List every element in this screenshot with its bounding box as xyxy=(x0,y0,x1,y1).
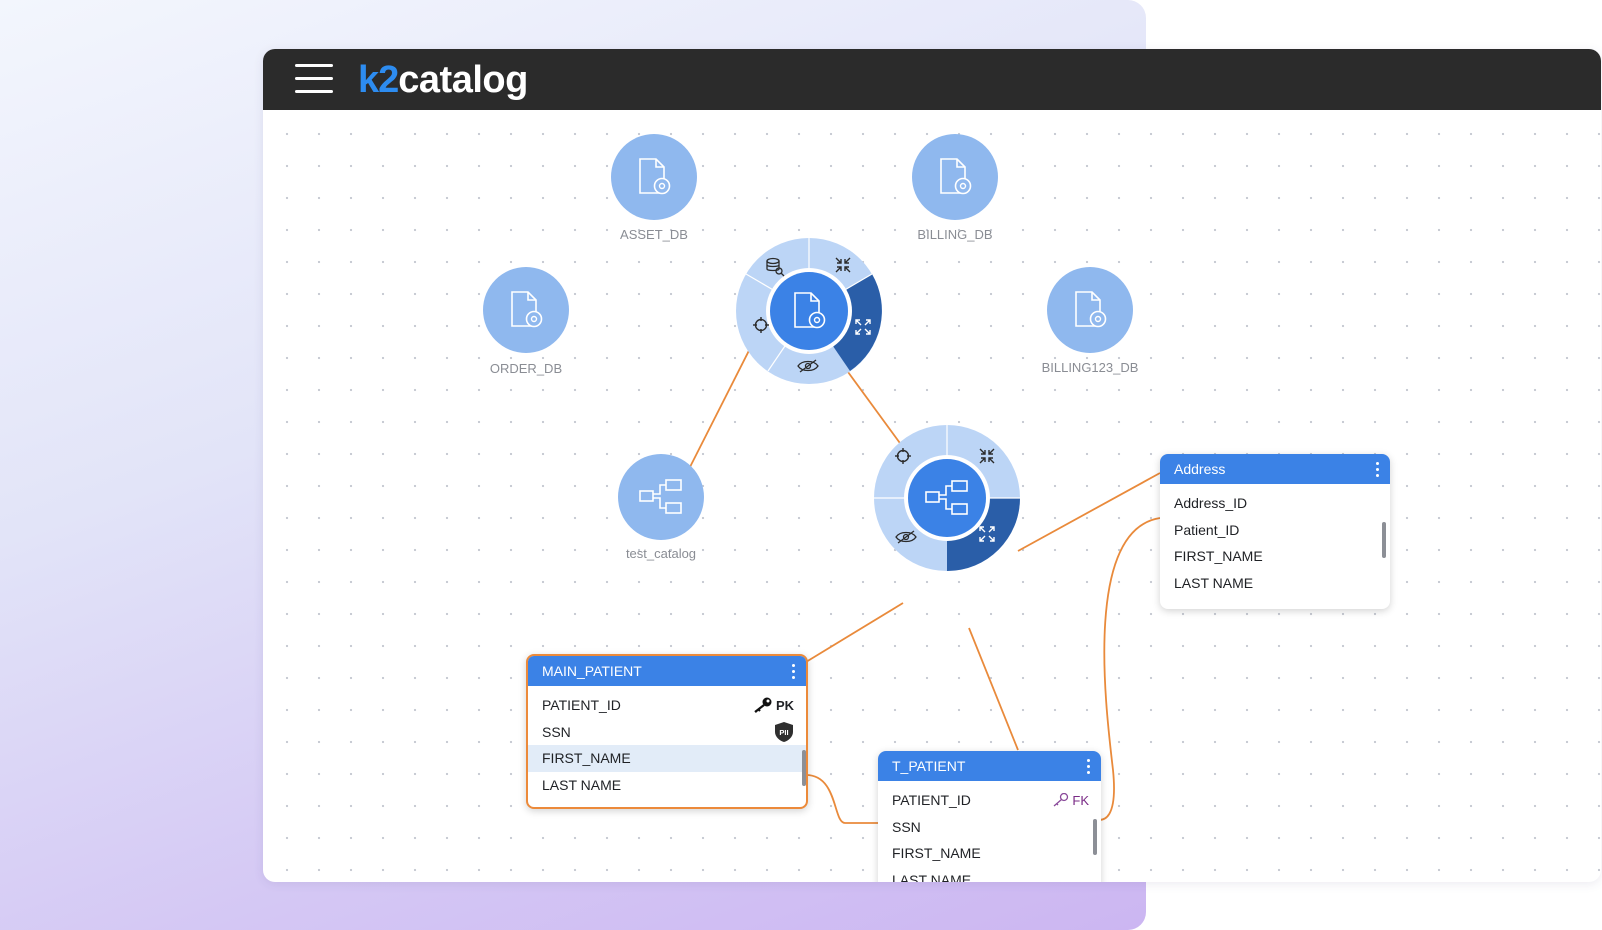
node-test-catalog[interactable] xyxy=(618,454,704,540)
scrollbar[interactable] xyxy=(802,750,806,786)
table-title: MAIN_PATIENT xyxy=(542,663,642,679)
file-gear-icon xyxy=(1075,291,1107,328)
edge-address-t-patient xyxy=(1098,517,1161,821)
node-billing123-db[interactable] xyxy=(1047,267,1133,353)
key-icon xyxy=(754,697,772,714)
file-gear-icon xyxy=(511,291,543,328)
more-options-icon[interactable] xyxy=(788,662,798,680)
table-address[interactable]: Address Address_ID Patient_ID FIRST_NAME… xyxy=(1160,454,1390,609)
foreign-key-icon xyxy=(1053,793,1069,807)
table-header: MAIN_PATIENT xyxy=(528,656,806,686)
graph-canvas[interactable]: ASSET_DB BILLING_DB ORDER_DB BILLING123_… xyxy=(263,110,1601,882)
file-gear-icon xyxy=(639,158,671,195)
table-row[interactable]: FIRST_NAME xyxy=(878,840,1101,867)
table-row[interactable]: Patient_ID xyxy=(1160,517,1390,544)
svg-text:PII: PII xyxy=(779,728,788,737)
radial-menu-db[interactable] xyxy=(735,237,883,385)
app-logo: k2 catalog xyxy=(358,58,528,101)
table-header: T_PATIENT xyxy=(878,751,1101,781)
pii-shield-icon: PII xyxy=(775,721,793,742)
table-row[interactable]: FIRST_NAME xyxy=(528,745,806,772)
edge-schema-address xyxy=(1017,472,1161,552)
table-main-patient[interactable]: MAIN_PATIENT PATIENT_ID PK PATIENT_ID xyxy=(526,654,808,809)
node-label: test_catalog xyxy=(625,546,697,561)
table-row[interactable]: LAST NAME xyxy=(1160,570,1390,597)
table-row[interactable]: PATIENT_ID PK xyxy=(528,692,806,719)
node-label: ASSET_DB xyxy=(620,227,688,242)
table-title: T_PATIENT xyxy=(892,758,966,774)
schema-icon xyxy=(639,479,682,514)
table-row[interactable]: PATIENT_ID FK xyxy=(878,787,1101,814)
more-options-icon[interactable] xyxy=(1083,757,1093,775)
table-row[interactable]: FIRST_NAME xyxy=(1160,543,1390,570)
table-columns: PATIENT_ID PK PATIENT_ID SSN xyxy=(528,686,806,798)
table-row[interactable]: Address_ID xyxy=(1160,490,1390,517)
node-label: BILLING123_DB xyxy=(1041,360,1139,375)
node-billing-db[interactable] xyxy=(912,134,998,220)
table-columns: PATIENT_ID FK SSN FIRST_NAME LAST NAME xyxy=(878,781,1101,882)
top-bar: k2 catalog xyxy=(263,49,1601,110)
table-columns: Address_ID Patient_ID FIRST_NAME LAST NA… xyxy=(1160,484,1390,596)
table-row[interactable]: PATIENT_ID SSN PII xyxy=(528,719,806,746)
node-order-db[interactable] xyxy=(483,267,569,353)
table-row[interactable]: LAST NAME xyxy=(878,867,1101,882)
edge-schema-t-patient xyxy=(968,627,1019,751)
edge-main-patient-t-patient xyxy=(805,774,878,824)
more-options-icon[interactable] xyxy=(1372,460,1382,478)
node-label: ORDER_DB xyxy=(489,361,563,376)
foreign-key-badge: FK xyxy=(1053,793,1089,808)
file-gear-icon xyxy=(940,158,972,195)
table-row[interactable]: SSN xyxy=(878,814,1101,841)
scrollbar[interactable] xyxy=(1093,819,1097,855)
pii-badge: PII xyxy=(774,721,794,743)
radial-menu-schema[interactable] xyxy=(873,424,1021,572)
table-header: Address xyxy=(1160,454,1390,484)
app-window: k2 catalog ASSET_DB BILLING_DB ORDER_DB … xyxy=(263,49,1601,882)
primary-key-badge: PK xyxy=(753,697,794,714)
table-title: Address xyxy=(1174,461,1226,477)
node-label: BILLING_DB xyxy=(917,227,993,242)
table-t-patient[interactable]: T_PATIENT PATIENT_ID FK SSN FIRST_NAME L… xyxy=(878,751,1101,882)
node-asset-db[interactable] xyxy=(611,134,697,220)
hamburger-menu-icon[interactable] xyxy=(295,64,333,94)
table-row[interactable]: LAST NAME xyxy=(528,772,806,799)
scrollbar[interactable] xyxy=(1382,522,1386,558)
